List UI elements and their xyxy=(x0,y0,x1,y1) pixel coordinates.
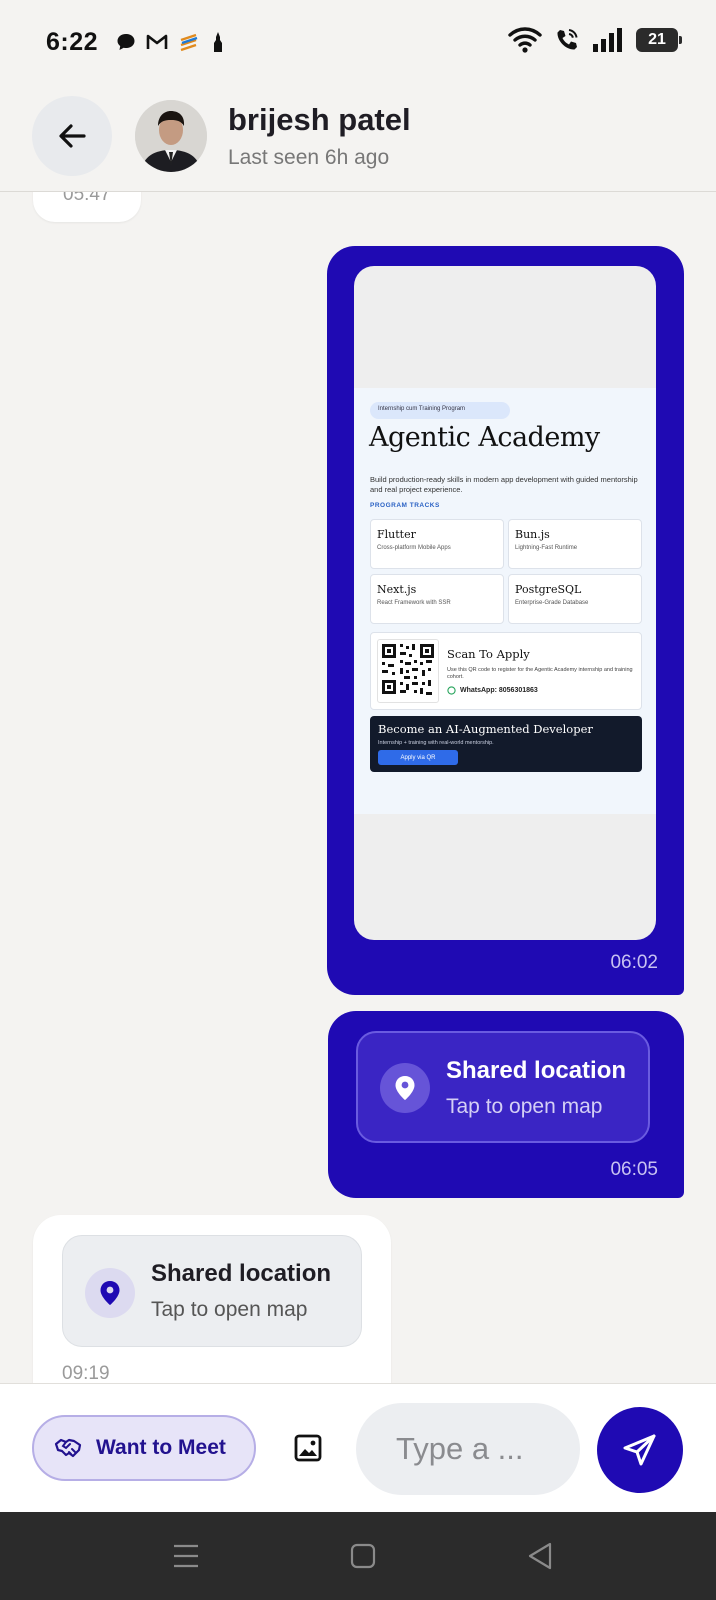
back-arrow-icon xyxy=(59,124,86,148)
send-button[interactable] xyxy=(597,1407,683,1493)
qr-code-graphic xyxy=(382,644,434,695)
message-time: 06:02 xyxy=(610,952,658,973)
message-composer: Want to Meet xyxy=(0,1383,716,1512)
whatsapp-icon xyxy=(447,686,456,695)
track-card: Next.js React Framework with SSR xyxy=(370,574,504,624)
message-input[interactable] xyxy=(356,1403,580,1495)
cta-card: Become an AI-Augmented Developer Interns… xyxy=(370,716,642,772)
location-icon-circle xyxy=(85,1268,135,1318)
whatsapp-number: WhatsApp: 8056301863 xyxy=(460,687,538,694)
battery-icon: 21 xyxy=(636,28,682,52)
chat-header: brijesh patel Last seen 6h ago xyxy=(0,84,716,192)
message-time: 06:05 xyxy=(610,1159,658,1180)
scan-card: Scan To Apply Use this QR code to regist… xyxy=(370,632,642,710)
home-nav-button[interactable] xyxy=(343,1538,383,1574)
want-to-meet-label: Want to Meet xyxy=(96,1436,226,1459)
track-name: Bun.js xyxy=(515,528,550,541)
back-nav-button[interactable] xyxy=(520,1538,560,1574)
status-bar: 6:22 21 xyxy=(0,0,716,84)
incoming-message-partial[interactable]: 05:47 xyxy=(33,192,141,222)
avatar[interactable] xyxy=(135,100,207,172)
outgoing-image-message[interactable]: Internship cum Training Program Agentic … xyxy=(327,246,684,995)
poster-tracks-label: PROGRAM TRACKS xyxy=(370,502,440,509)
track-subtitle: React Framework with SSR xyxy=(377,600,451,606)
chat-notification-icon xyxy=(117,34,135,50)
scan-description: Use this QR code to register for the Age… xyxy=(447,667,633,680)
handshake-icon xyxy=(54,1438,82,1458)
scan-title: Scan To Apply xyxy=(447,647,530,661)
track-card: PostgreSQL Enterprise-Grade Database xyxy=(508,574,642,624)
location-subtitle: Tap to open map xyxy=(151,1298,308,1321)
want-to-meet-button[interactable]: Want to Meet xyxy=(32,1415,256,1481)
map-pin-icon xyxy=(100,1281,120,1305)
location-subtitle: Tap to open map xyxy=(446,1095,603,1118)
outgoing-location-message[interactable]: Shared location Tap to open map 06:05 xyxy=(328,1011,684,1198)
track-name: Flutter xyxy=(377,528,416,541)
mail-notification-icon xyxy=(146,34,168,49)
incoming-location-message[interactable]: Shared location Tap to open map 09:19 xyxy=(33,1215,391,1383)
track-name: PostgreSQL xyxy=(515,583,582,596)
cta-title: Become an AI-Augmented Developer xyxy=(378,722,593,736)
poster-title: Agentic Academy xyxy=(369,422,600,453)
location-title: Shared location xyxy=(446,1057,627,1084)
shared-image[interactable]: Internship cum Training Program Agentic … xyxy=(354,266,656,940)
track-name: Next.js xyxy=(377,583,417,596)
academy-poster: Internship cum Training Program Agentic … xyxy=(354,388,656,814)
system-navigation-bar xyxy=(0,1512,716,1600)
menu-nav-icon xyxy=(174,1544,198,1568)
map-pin-icon xyxy=(395,1076,415,1100)
track-subtitle: Lightning-Fast Runtime xyxy=(515,545,578,551)
avatar-photo xyxy=(135,100,207,172)
track-card: Flutter Cross-platform Mobile Apps xyxy=(370,519,504,569)
signal-icon xyxy=(593,28,622,52)
message-time: 05:47 xyxy=(63,192,111,205)
shared-location-card[interactable]: Shared location Tap to open map xyxy=(62,1235,362,1347)
wifi-icon xyxy=(508,27,542,53)
home-nav-icon xyxy=(350,1543,376,1569)
track-subtitle: Cross-platform Mobile Apps xyxy=(377,545,451,551)
temple-notification-icon xyxy=(214,32,223,52)
contact-name[interactable]: brijesh patel xyxy=(228,102,411,138)
location-title: Shared location xyxy=(151,1260,332,1287)
track-subtitle: Enterprise-Grade Database xyxy=(515,600,589,606)
qr-code xyxy=(377,639,439,703)
location-icon-circle xyxy=(380,1063,430,1113)
chat-messages[interactable]: 05:47 Internship cum Training Program Ag… xyxy=(0,192,716,1383)
shared-location-card[interactable]: Shared location Tap to open map xyxy=(356,1031,650,1143)
status-time: 6:22 xyxy=(46,27,99,56)
contact-last-seen: Last seen 6h ago xyxy=(228,146,390,169)
cta-subtitle: Internship + training with real-world me… xyxy=(378,740,494,746)
poster-description: Build production-ready skills in modern … xyxy=(370,475,638,494)
recents-nav-button[interactable] xyxy=(166,1538,206,1574)
track-card: Bun.js Lightning-Fast Runtime xyxy=(508,519,642,569)
back-button[interactable] xyxy=(32,96,112,176)
whatsapp-contact: WhatsApp: 8056301863 xyxy=(447,686,538,695)
back-nav-icon xyxy=(528,1542,552,1570)
call-icon xyxy=(557,29,578,50)
battery-level: 21 xyxy=(648,31,666,48)
poster-tag: Internship cum Training Program xyxy=(370,402,510,419)
send-icon xyxy=(623,1434,656,1466)
status-right: 21 xyxy=(508,26,682,54)
app-notification-icon xyxy=(180,33,198,52)
cta-button: Apply via QR xyxy=(378,750,458,765)
attach-image-button[interactable] xyxy=(290,1430,326,1466)
notification-icons xyxy=(116,31,226,53)
message-time: 09:19 xyxy=(62,1363,110,1383)
image-icon xyxy=(294,1434,322,1462)
